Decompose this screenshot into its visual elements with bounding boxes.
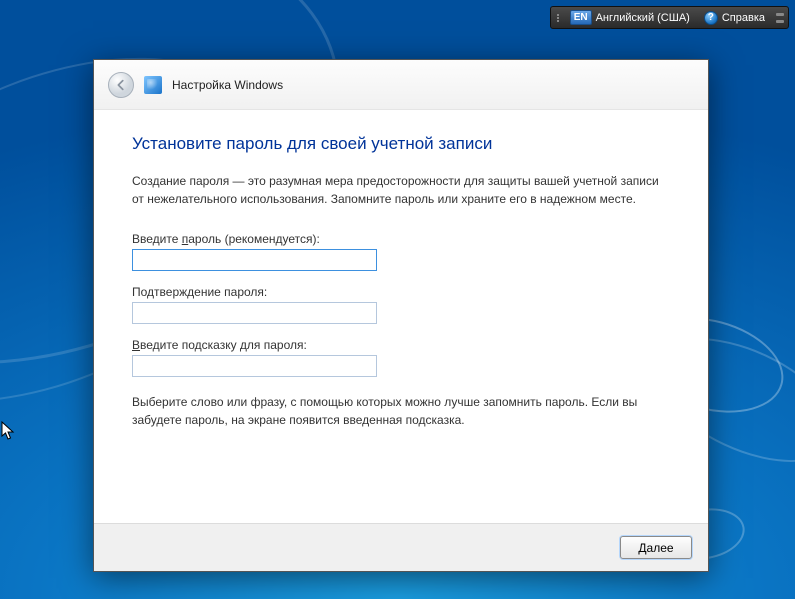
help-button[interactable]: ? Справка <box>699 10 770 26</box>
arrow-left-icon <box>114 78 128 92</box>
back-button[interactable] <box>108 72 134 98</box>
language-selector[interactable]: EN Английский (США) <box>565 9 695 26</box>
help-icon: ? <box>704 11 718 25</box>
next-button[interactable]: Далее <box>620 536 692 559</box>
password-label: Введите пароль (рекомендуется): <box>132 232 670 246</box>
confirm-password-input[interactable] <box>132 302 377 324</box>
hint-field-group: Введите подсказку для пароля: <box>132 338 670 377</box>
setup-dialog: Настройка Windows Установите пароль для … <box>93 59 709 572</box>
password-input[interactable] <box>132 249 377 271</box>
hint-label: Введите подсказку для пароля: <box>132 338 670 352</box>
confirm-field-group: Подтверждение пароля: <box>132 285 670 324</box>
window-title: Настройка Windows <box>172 78 283 92</box>
help-label: Справка <box>722 12 765 24</box>
grip-icon[interactable] <box>555 14 561 22</box>
dialog-body: Установите пароль для своей учетной запи… <box>94 110 708 449</box>
password-hint-input[interactable] <box>132 355 377 377</box>
setup-icon <box>144 76 162 94</box>
langbar-options-icon[interactable] <box>776 13 784 23</box>
language-bar: EN Английский (США) ? Справка <box>550 6 789 29</box>
password-field-group: Введите пароль (рекомендуется): <box>132 232 670 271</box>
page-title: Установите пароль для своей учетной запи… <box>132 134 670 154</box>
description-text: Создание пароля — это разумная мера пред… <box>132 172 670 208</box>
language-label: Английский (США) <box>596 12 690 24</box>
confirm-label: Подтверждение пароля: <box>132 285 670 299</box>
dialog-header: Настройка Windows <box>94 60 708 110</box>
dialog-footer: Далее <box>94 523 708 571</box>
language-code-badge: EN <box>570 10 592 25</box>
hint-help-text: Выберите слово или фразу, с помощью кото… <box>132 393 670 429</box>
mouse-cursor-icon <box>1 421 17 443</box>
